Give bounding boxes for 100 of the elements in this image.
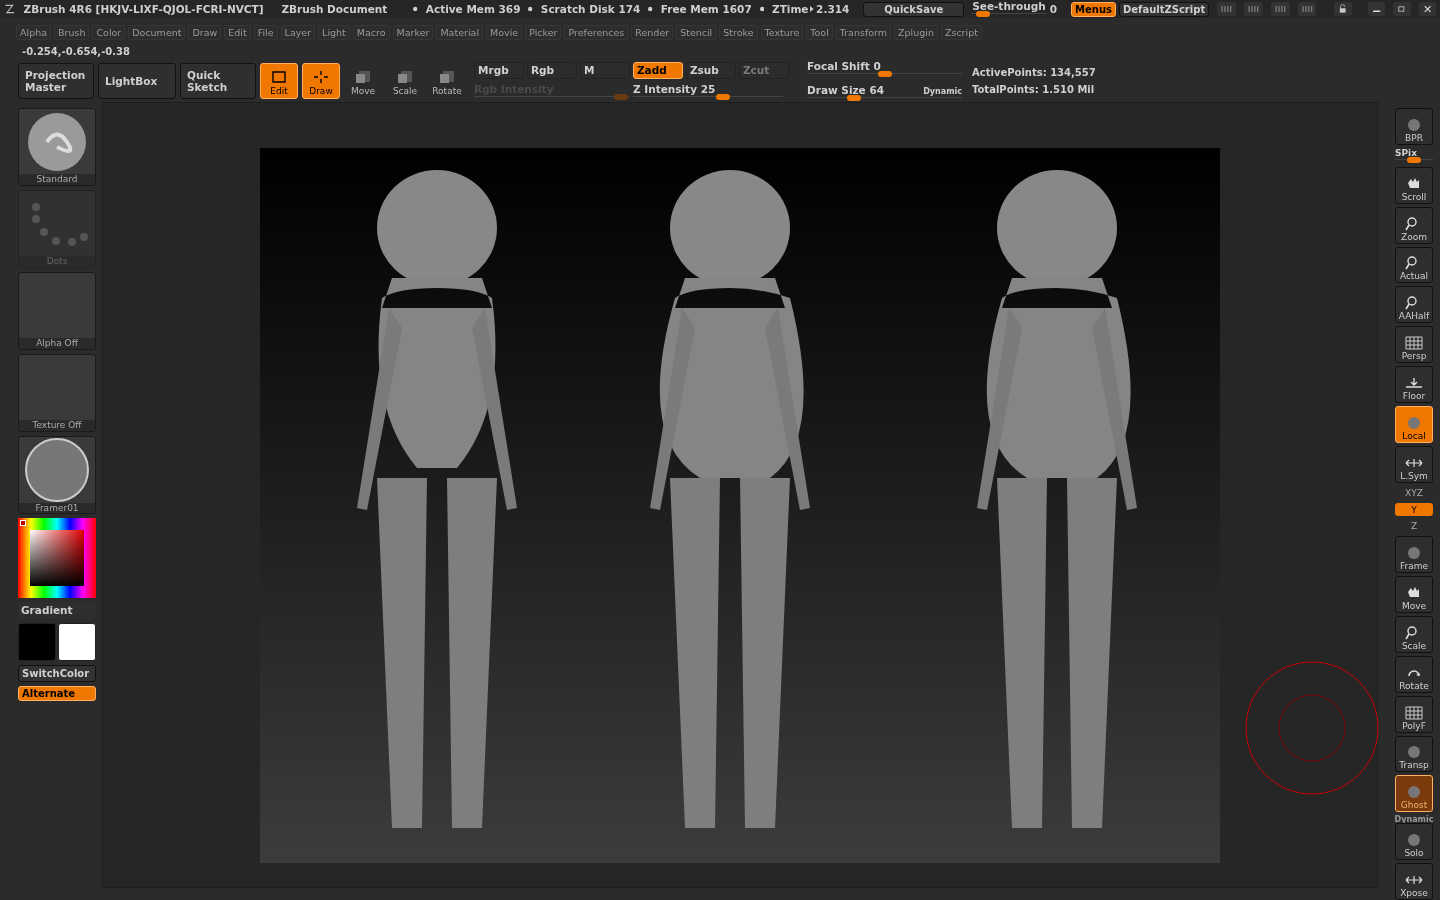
- lock-icon[interactable]: [1334, 2, 1352, 16]
- dynamic-toggle[interactable]: Dynamic: [923, 87, 962, 96]
- channel-toggle[interactable]: M: [580, 61, 630, 79]
- view-button[interactable]: Local: [1395, 405, 1433, 443]
- bullet-icon: [528, 6, 533, 12]
- menu-item[interactable]: Material: [436, 24, 483, 40]
- menu-item[interactable]: Zplugin: [894, 24, 938, 40]
- close-icon[interactable]: [1418, 2, 1436, 16]
- menus-toggle[interactable]: Menus: [1071, 1, 1116, 17]
- color-swatch: [20, 520, 26, 526]
- channel-toggle[interactable]: Zsub: [686, 61, 736, 79]
- view-button[interactable]: Floor: [1395, 366, 1433, 403]
- cube-icon: [354, 70, 372, 84]
- channel-toggle[interactable]: Mrgb: [474, 61, 524, 79]
- minimize-icon[interactable]: [1367, 2, 1386, 16]
- play-icon: [810, 5, 815, 13]
- mode-button[interactable]: Move: [344, 63, 382, 99]
- quick-sketch-button[interactable]: Quick Sketch: [180, 63, 256, 99]
- main-color-swatch[interactable]: [18, 623, 56, 661]
- restore-icon[interactable]: [1393, 2, 1411, 16]
- grid-icon: [1405, 705, 1423, 720]
- axis-toggle[interactable]: XYZ: [1395, 485, 1433, 500]
- menu-item[interactable]: Render: [631, 24, 674, 40]
- sphere-icon: [1405, 415, 1423, 430]
- edit-icon: [270, 70, 288, 84]
- view-button[interactable]: Xpose: [1395, 863, 1433, 900]
- view-button[interactable]: Rotate: [1395, 655, 1433, 693]
- menu-item[interactable]: Preferences: [564, 24, 629, 40]
- menu-item[interactable]: Draw: [188, 24, 222, 40]
- material-tile[interactable]: Standard: [18, 108, 96, 186]
- material-sphere-icon: [24, 437, 90, 503]
- menu-item[interactable]: Layer: [280, 24, 316, 40]
- material-tile[interactable]: Framer01: [18, 436, 96, 514]
- secondary-color-swatch[interactable]: [58, 623, 96, 661]
- tile-label: Standard: [19, 174, 95, 185]
- view-button[interactable]: Transp: [1395, 735, 1433, 773]
- view-button[interactable]: L.Sym: [1395, 445, 1433, 483]
- brush-sphere-icon: [27, 111, 87, 172]
- menu-item[interactable]: Macro: [352, 24, 390, 40]
- menu-item[interactable]: Edit: [224, 24, 251, 40]
- view-button[interactable]: Frame: [1395, 536, 1433, 574]
- menu-item[interactable]: Color: [92, 24, 126, 40]
- color-picker[interactable]: [18, 518, 96, 598]
- mode-button[interactable]: Rotate: [428, 63, 466, 99]
- mode-button[interactable]: Draw: [302, 63, 340, 99]
- switch-color-button[interactable]: SwitchColor: [18, 665, 96, 682]
- axis-toggle[interactable]: Z: [1395, 519, 1433, 534]
- view-button[interactable]: Solo: [1395, 823, 1433, 861]
- sphere-icon: [1405, 117, 1423, 132]
- alternate-toggle[interactable]: Alternate: [18, 686, 96, 701]
- menu-item[interactable]: Stencil: [676, 24, 717, 40]
- menu-item[interactable]: Document: [128, 24, 186, 40]
- document-title: ZBrush Document: [281, 3, 388, 15]
- menu-item[interactable]: Brush: [54, 24, 90, 40]
- menu-item[interactable]: Transform: [835, 24, 892, 40]
- view-button[interactable]: Move: [1395, 576, 1433, 614]
- slider-thumb[interactable]: [1407, 156, 1421, 163]
- slider-thumb[interactable]: [846, 95, 861, 101]
- menu-item[interactable]: File: [253, 24, 278, 40]
- axis-toggle[interactable]: Y: [1395, 502, 1433, 517]
- menu-item[interactable]: Picker: [525, 24, 562, 40]
- view-button[interactable]: AAHalf: [1395, 286, 1433, 324]
- view-button[interactable]: Persp: [1395, 326, 1433, 364]
- lightbox-button[interactable]: LightBox: [98, 63, 176, 99]
- view-button[interactable]: Scroll: [1395, 166, 1433, 204]
- grid-icon: [1405, 336, 1423, 351]
- view-button[interactable]: Actual: [1395, 246, 1433, 284]
- dynamic-label: Dynamic: [1394, 815, 1434, 825]
- view-button[interactable]: Scale: [1395, 616, 1433, 653]
- material-tile[interactable]: Texture Off: [18, 354, 96, 432]
- menu-item[interactable]: Light: [318, 24, 350, 40]
- crosshair-icon: [312, 70, 330, 84]
- mode-button[interactable]: Scale: [386, 63, 424, 99]
- cube-icon: [438, 70, 456, 84]
- menu-item[interactable]: Marker: [392, 24, 434, 40]
- menu-item[interactable]: Alpha: [16, 24, 51, 40]
- material-tile[interactable]: Alpha Off: [18, 272, 96, 350]
- menu-item[interactable]: Tool: [806, 24, 833, 40]
- slider-label: Z Intensity 25: [633, 82, 717, 95]
- slider-label: Draw Size 64: [807, 84, 884, 96]
- quicksave-button[interactable]: QuickSave: [863, 1, 965, 17]
- tile-label: Framer01: [19, 503, 95, 513]
- mode-button[interactable]: Edit: [260, 63, 298, 99]
- view-button[interactable]: BPR: [1395, 108, 1433, 145]
- sphere-icon: [1405, 546, 1423, 561]
- slider-thumb[interactable]: [877, 71, 892, 77]
- channel-toggle[interactable]: Zadd: [633, 61, 683, 79]
- menu-item[interactable]: Zscript: [940, 24, 982, 40]
- view-button[interactable]: PolyF: [1395, 695, 1433, 733]
- ztime-value: 2.314: [816, 3, 850, 15]
- slider-thumb[interactable]: [716, 93, 730, 100]
- menu-item[interactable]: Texture: [760, 24, 804, 40]
- arrows-icon: [1405, 873, 1423, 887]
- menu-item[interactable]: Stroke: [719, 24, 758, 40]
- projection-master-button[interactable]: Projection Master: [18, 63, 94, 99]
- channel-toggle[interactable]: Rgb: [527, 61, 577, 79]
- script-button[interactable]: DefaultZScript: [1118, 1, 1210, 17]
- menu-item[interactable]: Movie: [486, 24, 523, 40]
- view-button[interactable]: Zoom: [1395, 206, 1433, 244]
- slider-thumb[interactable]: [975, 11, 990, 17]
